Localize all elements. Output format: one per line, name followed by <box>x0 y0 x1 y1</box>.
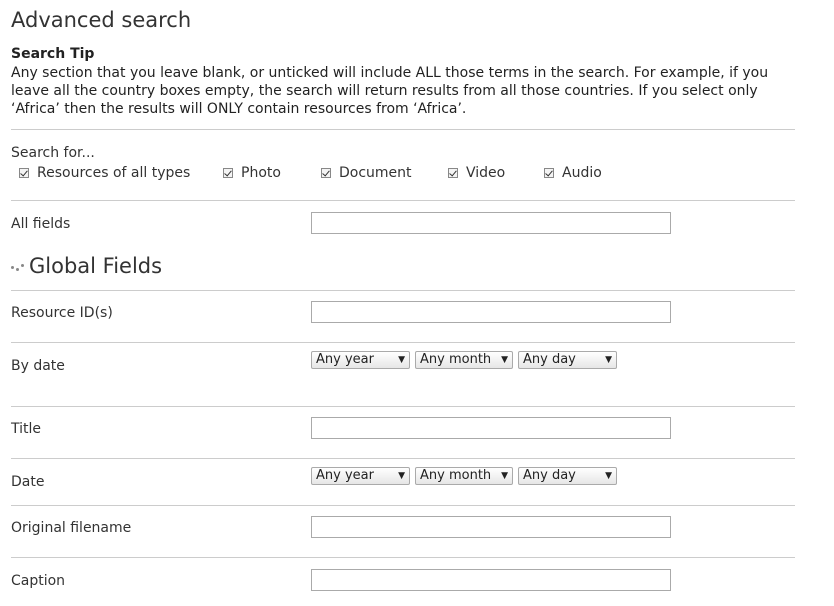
type-photo-checkbox-row[interactable]: Photo <box>223 163 281 183</box>
divider <box>11 557 795 558</box>
by-date-year-value: Any year <box>316 352 374 367</box>
all-fields-label: All fields <box>11 216 71 232</box>
date-year-select[interactable]: Any year ▼ <box>311 467 410 485</box>
chevron-down-icon: ▼ <box>398 471 405 481</box>
date-month-select[interactable]: Any month ▼ <box>415 467 513 485</box>
type-document-checkbox-row[interactable]: Document <box>321 163 412 183</box>
title-label: Title <box>11 421 42 437</box>
caption-label: Caption <box>11 573 66 589</box>
type-video-checkbox[interactable] <box>448 168 458 178</box>
type-photo-checkbox[interactable] <box>223 168 233 178</box>
type-video-label: Video <box>466 165 506 181</box>
type-photo-label: Photo <box>241 165 281 181</box>
divider <box>11 406 795 407</box>
divider <box>11 290 795 291</box>
page-title: Advanced search <box>11 8 192 32</box>
by-date-year-select[interactable]: Any year ▼ <box>311 351 410 369</box>
all-fields-input[interactable] <box>311 212 671 234</box>
type-all-checkbox-row[interactable]: Resources of all types <box>19 163 190 183</box>
type-all-label: Resources of all types <box>37 165 191 181</box>
type-audio-checkbox-row[interactable]: Audio <box>544 163 602 183</box>
by-date-label: By date <box>11 358 65 374</box>
type-document-label: Document <box>339 165 412 181</box>
divider <box>11 505 795 506</box>
search-tip-title: Search Tip <box>11 46 95 62</box>
date-year-value: Any year <box>316 468 374 483</box>
chevron-down-icon: ▼ <box>501 355 508 365</box>
type-all-checkbox[interactable] <box>19 168 29 178</box>
date-day-value: Any day <box>523 468 576 483</box>
global-fields-title: Global Fields <box>29 254 163 278</box>
resource-id-input[interactable] <box>311 301 671 323</box>
by-date-month-select[interactable]: Any month ▼ <box>415 351 513 369</box>
divider <box>11 200 795 201</box>
resource-type-checkboxes: Resources of all types Photo Document Vi… <box>19 163 799 183</box>
type-audio-label: Audio <box>562 165 602 181</box>
chevron-down-icon: ▼ <box>501 471 508 481</box>
type-document-checkbox[interactable] <box>321 168 331 178</box>
by-date-day-select[interactable]: Any day ▼ <box>518 351 617 369</box>
date-label: Date <box>11 474 45 490</box>
original-filename-input[interactable] <box>311 516 671 538</box>
chevron-down-icon: ▼ <box>605 471 612 481</box>
divider <box>11 342 795 343</box>
type-video-checkbox-row[interactable]: Video <box>448 163 505 183</box>
divider <box>11 458 795 459</box>
chevron-down-icon: ▼ <box>398 355 405 365</box>
by-date-month-value: Any month <box>420 352 492 367</box>
search-tip-text: Any section that you leave blank, or unt… <box>11 65 769 117</box>
date-day-select[interactable]: Any day ▼ <box>518 467 617 485</box>
resource-id-label: Resource ID(s) <box>11 305 113 321</box>
search-for-label: Search for... <box>11 145 95 161</box>
by-date-day-value: Any day <box>523 352 576 367</box>
date-month-value: Any month <box>420 468 492 483</box>
divider <box>11 129 795 130</box>
original-filename-label: Original filename <box>11 520 132 536</box>
dots-icon <box>11 260 27 272</box>
type-audio-checkbox[interactable] <box>544 168 554 178</box>
global-fields-heading: Global Fields <box>11 252 162 280</box>
chevron-down-icon: ▼ <box>605 355 612 365</box>
caption-input[interactable] <box>311 569 671 591</box>
title-input[interactable] <box>311 417 671 439</box>
